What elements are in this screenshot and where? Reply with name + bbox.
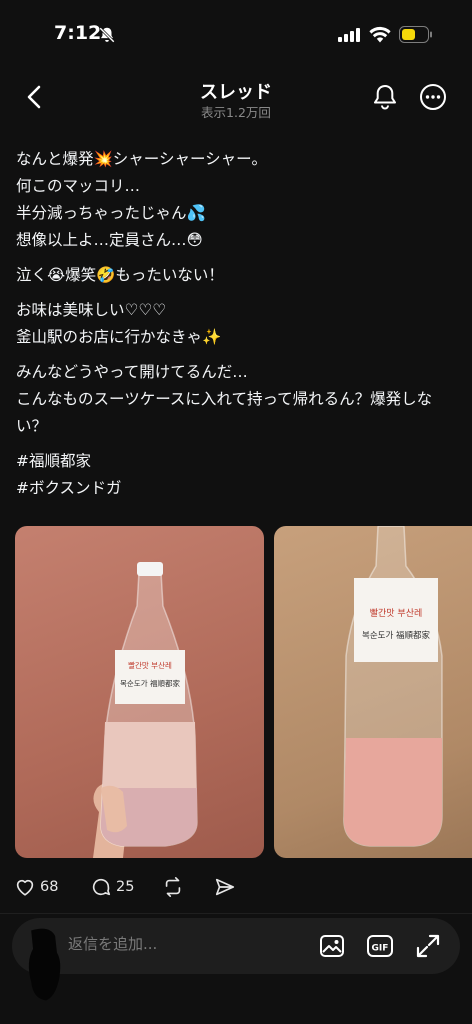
post-paragraph: 泣く😭爆笑🤣もったいない！ (16, 262, 462, 289)
share-button[interactable] (214, 872, 236, 902)
page-title: スレッド (200, 82, 272, 103)
image-attach-icon[interactable] (318, 932, 346, 960)
post-line: 何このマッコリ… (16, 177, 141, 195)
repost-button[interactable] (162, 872, 184, 902)
makgeolli-bottle-image: 빨간맛 부산레 복순도가 福順都家 (93, 562, 198, 858)
divider (0, 913, 472, 914)
send-icon (215, 878, 235, 896)
bell-off-icon (99, 27, 115, 43)
comment-icon (92, 878, 111, 896)
avatar[interactable] (22, 921, 68, 1021)
reply-composer: GIF (12, 918, 460, 974)
post-line: 想像以上よ…定員さん…😳 (16, 231, 203, 249)
status-bar: 7:12 (0, 0, 472, 60)
like-count: 68 (40, 879, 59, 895)
post-line: 釜山駅のお店に行かなきゃ✨ (16, 328, 222, 346)
label-text-red: 빨간맛 부산레 (370, 608, 423, 619)
post-paragraph: お味は美味しい♡♡♡ 釜山駅のお店に行かなきゃ✨ (16, 297, 462, 351)
wifi-icon (369, 26, 391, 43)
status-time: 7:12 (54, 22, 102, 44)
post-paragraph: みんなどうやって開けてるんだ… こんなものスーツケースに入れて持って帰れるん？爆… (16, 359, 462, 440)
post-line: お味は美味しい♡♡♡ (16, 301, 167, 319)
view-count: 表示1.2万回 (201, 105, 271, 120)
post-line: 半分減っちゃったじゃん💦 (16, 204, 206, 222)
hashtag-list: #福順都家 #ボクスンドガ (16, 448, 462, 502)
post-line: みんなどうやって開けてるんだ… (16, 363, 248, 381)
more-options-button[interactable] (418, 82, 448, 112)
reply-button[interactable]: 25 (90, 872, 134, 902)
heart-icon (16, 879, 34, 896)
post-photo[interactable]: 빨간맛 부산레 복순도가 福順都家 (274, 526, 472, 858)
hashtag-link[interactable]: #福順都家 (16, 448, 462, 475)
post-paragraph: なんと爆発💥シャーシャーシャー。 何このマッコリ… 半分減っちゃったじゃん💦 想… (16, 146, 462, 254)
expand-icon[interactable] (414, 932, 442, 960)
battery-icon (399, 26, 432, 43)
reply-input[interactable] (68, 935, 268, 953)
photo-carousel[interactable]: 빨간맛 부산레 복순도가 福順都家 빨간맛 부산레 복순도가 福順都家 (15, 526, 472, 858)
post-body: なんと爆発💥シャーシャーシャー。 何このマッコリ… 半分減っちゃったじゃん💦 想… (16, 146, 462, 510)
thread-header: スレッド 表示1.2万回 (0, 68, 472, 128)
like-button[interactable]: 68 (14, 872, 58, 902)
post-line: こんなものスーツケースに入れて持って帰れるん？爆発しない？ (16, 390, 433, 435)
makgeolli-bottle-image: 빨간맛 부산레 복순도가 福順都家 (343, 526, 443, 847)
reply-count: 25 (116, 879, 135, 895)
post-photo[interactable]: 빨간맛 부산레 복순도가 福順都家 (15, 526, 264, 858)
label-text: 복순도가 福順都家 (120, 678, 180, 688)
gif-label: GIF (372, 944, 389, 954)
label-text: 복순도가 福順都家 (362, 630, 430, 641)
repost-icon (165, 877, 181, 897)
gif-button[interactable]: GIF (366, 932, 394, 960)
notification-bell-button[interactable] (370, 82, 400, 112)
post-actions: 68 25 (14, 872, 314, 902)
post-line: なんと爆発💥シャーシャーシャー。 (16, 150, 268, 168)
label-text-red: 빨간맛 부산레 (128, 660, 172, 670)
post-line: 泣く😭爆笑🤣もったいない！ (16, 266, 224, 284)
cellular-signal-icon (338, 28, 360, 42)
hashtag-link[interactable]: #ボクスンドガ (16, 475, 462, 502)
